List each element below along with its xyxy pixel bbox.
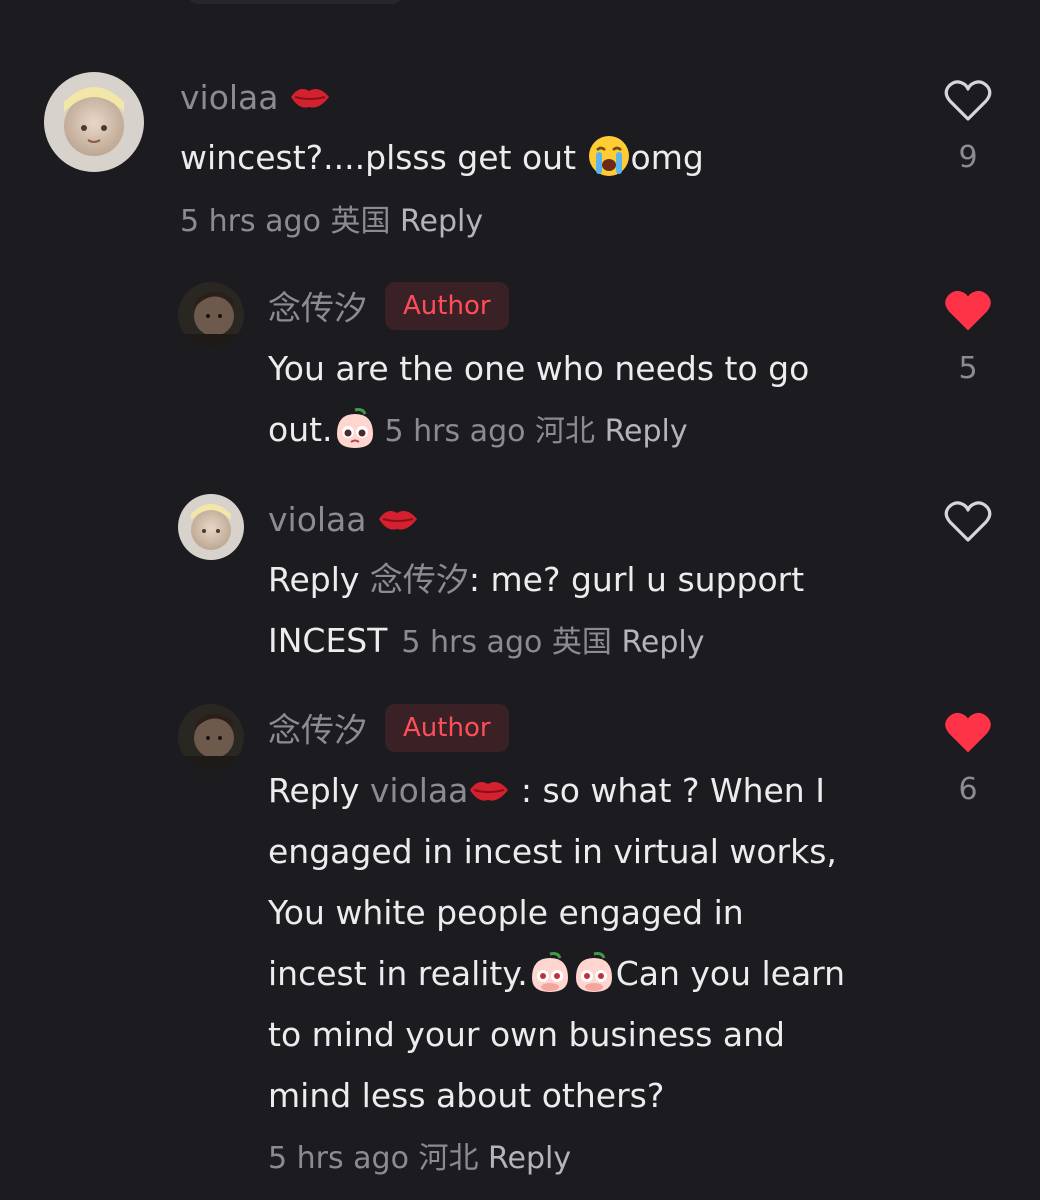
comment-meta: 5 hrs ago 英国 Reply (180, 202, 483, 242)
pleading-peach-icon (575, 951, 612, 992)
username-text: 念传汐 (268, 288, 367, 328)
region: 河北 (535, 414, 596, 449)
heart-icon (944, 501, 992, 542)
reply-button[interactable]: Reply (488, 1141, 571, 1176)
comment-line: You white people engaged in (268, 893, 744, 932)
like-button[interactable] (944, 499, 992, 543)
heart-icon (945, 712, 991, 752)
kiss-mark-icon (379, 510, 418, 530)
timestamp: 5 hrs ago (401, 625, 543, 660)
like-count: 5 (958, 351, 978, 386)
comment-body: : so what ? When I (510, 771, 825, 810)
top-pill (186, 0, 404, 4)
comment-text: wincest?....plsss get out omg (180, 127, 704, 188)
like-count: 6 (958, 772, 978, 807)
timestamp: 5 hrs ago (268, 1141, 409, 1176)
reply-prefix: Reply (268, 771, 360, 810)
username[interactable]: violaa (268, 500, 419, 540)
comment-body: wincest?....plsss get out (180, 138, 577, 177)
comment-body: : me? gurl u support (468, 560, 805, 599)
like-button[interactable] (944, 78, 992, 122)
comment-meta: 5 hrs ago 河北 Reply (385, 414, 688, 449)
comment-text: Reply 念传汐: me? gurl u support INCEST 5 hr… (268, 549, 804, 671)
avatar[interactable] (178, 704, 244, 770)
comment-meta: 5 hrs ago 英国 Reply (401, 625, 704, 660)
username-text: 念传汐 (268, 710, 367, 750)
reply-prefix: Reply (268, 560, 360, 599)
kiss-mark-icon (470, 781, 509, 801)
comment-line: engaged in incest in virtual works, (268, 832, 837, 871)
reply-button[interactable]: Reply (605, 414, 688, 449)
username[interactable]: 念传汐 Author (268, 704, 509, 756)
heart-icon (945, 290, 991, 330)
username[interactable]: 念传汐 Author (268, 282, 509, 334)
pleading-peach-icon (336, 407, 373, 448)
comment-body: incest in reality. (268, 954, 528, 993)
reply-target[interactable]: violaa (370, 771, 469, 810)
like-button[interactable] (944, 288, 992, 332)
username-text: violaa (180, 78, 279, 117)
comment-line: out. 5 hrs ago 河北 Reply (268, 399, 809, 460)
comment-body: Can you learn (615, 954, 846, 993)
avatar[interactable] (178, 494, 244, 560)
kiss-mark-icon (291, 88, 330, 108)
comment-line: You are the one who needs to go (268, 349, 810, 388)
timestamp: 5 hrs ago (384, 414, 526, 449)
avatar[interactable] (44, 72, 144, 172)
comment-text: Reply violaa : so what ? When I engaged … (268, 760, 845, 1126)
comment-text: You are the one who needs to go out. 5 hr… (268, 338, 809, 460)
like-button[interactable] (944, 710, 992, 754)
comment-line: INCEST 5 hrs ago 英国 Reply (268, 610, 804, 671)
comment-line: Reply violaa : so what ? When I (268, 760, 845, 821)
comment-line: Reply 念传汐: me? gurl u support (268, 549, 804, 610)
author-badge: Author (385, 704, 509, 752)
timestamp: 5 hrs ago (180, 204, 321, 239)
comment-body: out. (268, 410, 333, 449)
region: 河北 (418, 1141, 479, 1176)
author-badge: Author (385, 282, 509, 330)
reply-target[interactable]: 念传汐 (370, 560, 469, 599)
username-text: violaa (268, 500, 367, 539)
comment-meta: 5 hrs ago 河北 Reply (268, 1139, 571, 1179)
comment-body-suffix: omg (630, 138, 704, 177)
pleading-peach-icon (531, 951, 568, 992)
comment-line: to mind your own business and (268, 1015, 785, 1054)
region: 英国 (330, 204, 391, 239)
username[interactable]: violaa (180, 78, 331, 118)
loudly-crying-face-icon (588, 135, 629, 176)
reply-button[interactable]: Reply (621, 625, 704, 660)
avatar[interactable] (178, 282, 244, 348)
comment-line: incest in reality. Can you learn (268, 943, 845, 1004)
reply-button[interactable]: Reply (400, 204, 483, 239)
heart-icon (944, 80, 992, 121)
like-count: 9 (958, 140, 978, 175)
comment-line: mind less about others? (268, 1076, 665, 1115)
region: 英国 (551, 625, 612, 660)
comment-body: INCEST (268, 621, 388, 660)
